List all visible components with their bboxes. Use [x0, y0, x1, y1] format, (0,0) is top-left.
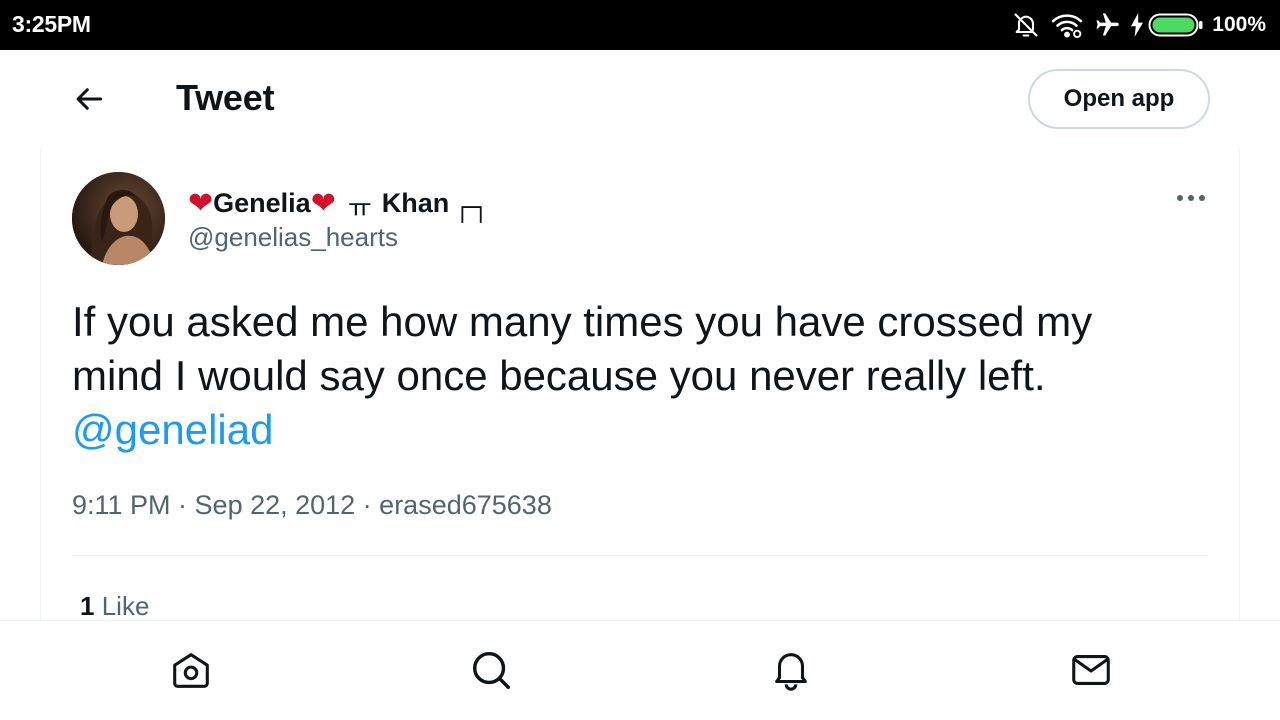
user-name-main: Genelia	[213, 188, 311, 218]
tweet-body: If you asked me how many times you have …	[72, 298, 1093, 399]
user-handle[interactable]: @genelias_hearts	[188, 222, 398, 253]
notifications-icon	[768, 647, 814, 698]
search-icon	[468, 647, 514, 698]
open-app-button[interactable]: Open app	[1028, 69, 1210, 129]
nav-notifications[interactable]	[766, 647, 816, 697]
status-icons: 100%	[1012, 10, 1266, 40]
battery-percent: 100%	[1212, 13, 1266, 36]
box-glyph-icon: ㅠ	[347, 193, 372, 223]
user-name[interactable]: ❤ Genelia ❤ ㅠ Khan ┌┐	[188, 182, 490, 225]
arrow-left-icon	[74, 83, 106, 120]
status-time: 3:25PM	[12, 11, 91, 37]
back-button[interactable]	[62, 73, 118, 129]
likes-count[interactable]: 1 Like	[80, 591, 149, 622]
mention-link[interactable]: @geneliad	[72, 403, 1192, 457]
tweet-text: If you asked me how many times you have …	[72, 295, 1192, 457]
bell-off-icon	[1012, 11, 1040, 39]
heart-emoji-icon: ❤	[188, 186, 214, 220]
tweet-card: ❤ Genelia ❤ ㅠ Khan ┌┐ @genelias_hearts I…	[40, 150, 1240, 622]
airplane-icon	[1092, 11, 1122, 39]
more-options-button[interactable]	[1169, 180, 1213, 216]
messages-icon	[1068, 647, 1114, 698]
nav-messages[interactable]	[1066, 647, 1116, 697]
tweet-meta: 9:11 PM · Sep 22, 2012 · erased675638	[72, 490, 552, 520]
header: Tweet Open app	[0, 50, 1280, 150]
wifi-icon	[1050, 11, 1084, 39]
user-name-suffix: Khan	[381, 188, 450, 218]
status-bar: 3:25PM 100%	[0, 0, 1280, 50]
likes-number: 1	[80, 591, 95, 621]
nav-home[interactable]	[166, 647, 216, 697]
divider	[72, 555, 1209, 556]
home-icon	[168, 647, 214, 698]
box-glyph-icon: ┌┐	[453, 191, 491, 221]
page-title: Tweet	[176, 77, 275, 118]
heart-emoji-icon: ❤	[310, 186, 336, 220]
more-icon	[1176, 189, 1206, 207]
charging-icon	[1130, 13, 1144, 37]
battery-icon	[1148, 12, 1204, 38]
nav-search[interactable]	[466, 647, 516, 697]
likes-label: Like	[101, 591, 150, 621]
bottom-nav	[0, 620, 1280, 720]
avatar[interactable]	[72, 172, 165, 265]
